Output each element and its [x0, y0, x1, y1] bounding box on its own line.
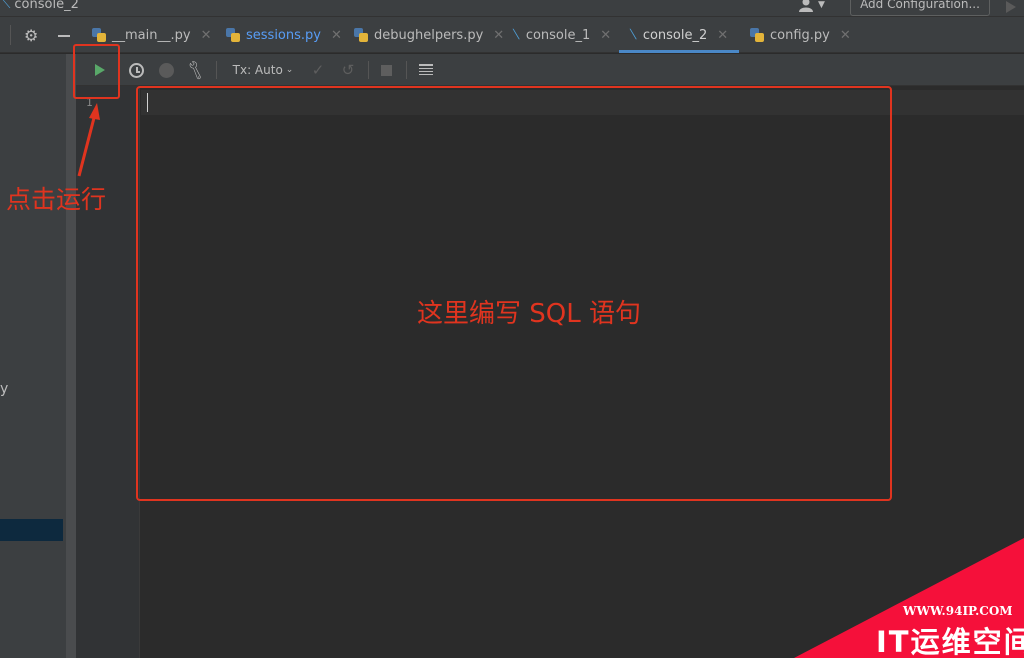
tab-debughelpers-py[interactable]: debughelpers.py ✕ [354, 17, 504, 53]
watermark-brand: IT运维空间 [876, 625, 1024, 658]
python-file-icon [354, 28, 368, 42]
close-icon[interactable]: ✕ [717, 28, 728, 43]
tx-mode-label: Tx: Auto [232, 63, 283, 77]
tab-console-1[interactable]: ⟍ console_1 ✕ [510, 17, 611, 53]
settings-button[interactable]: 🔧︎ [183, 54, 209, 86]
output-layout-button[interactable] [416, 54, 436, 86]
tab-config-py[interactable]: config.py ✕ [750, 17, 851, 53]
user-menu-icon[interactable]: ▼ [798, 0, 828, 13]
chevron-down-icon: ⌄ [285, 65, 294, 75]
table-icon [419, 63, 433, 77]
tab-label: debughelpers.py [374, 27, 484, 43]
tree-selected-row[interactable] [0, 519, 63, 541]
stop-icon [380, 64, 392, 76]
python-file-icon [226, 28, 240, 42]
annotation-run-text: 点击运行 [6, 185, 107, 214]
watermark-url: WWW.94IP.COM [903, 604, 1013, 618]
sql-console-icon: ⟍ [627, 27, 637, 43]
close-icon[interactable]: ✕ [600, 28, 611, 43]
console-toolbar: 🔧︎ Tx: Auto ⌄ ✓ ↺ [76, 54, 1024, 86]
wrench-icon: 🔧︎ [183, 58, 209, 82]
tab-label: console_2 [642, 27, 708, 43]
check-icon: ✓ [311, 61, 325, 79]
editor-tab-bar: ⚙ __main__.py ✕ sessions.py ✕ debughelpe… [0, 17, 1024, 53]
toolbar-separator [406, 61, 407, 79]
tab-sessions-py[interactable]: sessions.py ✕ [226, 17, 342, 53]
add-configuration-button[interactable]: Add Configuration... [850, 0, 990, 16]
stop-button[interactable] [376, 54, 396, 86]
toolbar-separator [368, 61, 369, 79]
history-icon [128, 62, 144, 78]
annotation-arrow [77, 103, 100, 177]
close-icon[interactable]: ✕ [493, 28, 504, 43]
tab-label: config.py [770, 27, 830, 43]
close-icon[interactable]: ✕ [201, 28, 212, 43]
title-run-icon[interactable] [1006, 0, 1016, 17]
undo-icon: ↺ [341, 61, 355, 79]
rollback-button[interactable]: ↺ [338, 54, 358, 86]
toolbar-separator [216, 61, 217, 79]
tab-label: sessions.py [246, 27, 321, 43]
annotation-editor-text: 这里编写 SQL 语句 [417, 299, 641, 329]
commit-button[interactable]: ✓ [308, 54, 328, 86]
sql-console-icon: ⟍ [510, 27, 520, 43]
tab-label: console_1 [525, 27, 591, 43]
transaction-mode-select[interactable]: Tx: Auto ⌄ [230, 54, 296, 86]
close-icon[interactable]: ✕ [331, 28, 342, 43]
tab-console-2[interactable]: ⟍ console_2 ✕ [619, 17, 739, 53]
title-bar: ⟍ console_2 ▼ Add Configuration... [0, 0, 1024, 17]
cancel-running-button[interactable] [156, 54, 176, 86]
stop-circle-icon [158, 62, 174, 78]
chevron-down-icon: ▼ [818, 0, 825, 10]
close-icon[interactable]: ✕ [840, 28, 851, 43]
python-file-icon [750, 28, 764, 42]
tree-item-fragment[interactable]: y [0, 381, 8, 397]
